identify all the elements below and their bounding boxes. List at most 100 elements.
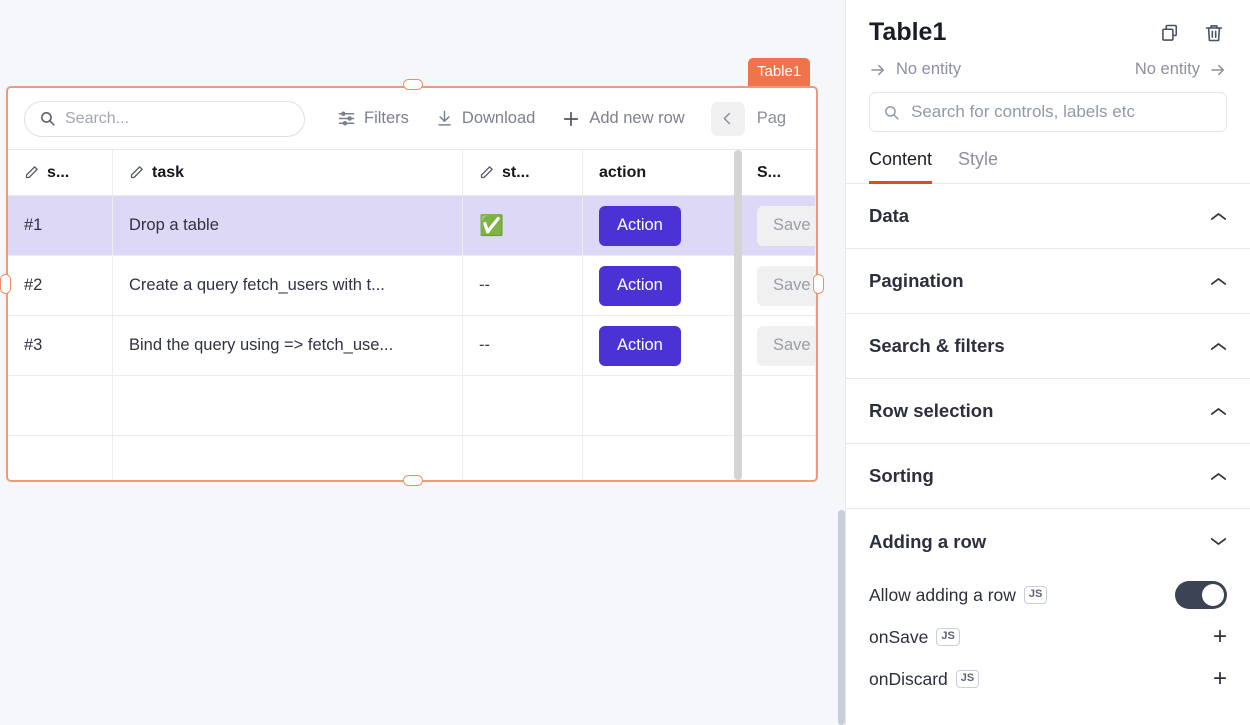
add-new-row-button[interactable]: Add new row [561, 109, 684, 129]
section-adding-a-row[interactable]: Adding a row [846, 509, 1250, 574]
table-row[interactable]: #2 Create a query fetch_users with t... … [8, 256, 816, 316]
resize-handle-right[interactable] [813, 274, 824, 294]
cell-save: Save [741, 256, 816, 315]
tab-style[interactable]: Style [958, 149, 998, 184]
column-header-st-label: st... [502, 164, 530, 182]
action-button[interactable]: Action [599, 326, 681, 366]
property-onsave-label: onSave [869, 627, 928, 648]
chevron-down-icon [1210, 536, 1227, 547]
chevron-up-icon [1210, 211, 1227, 222]
table-row-empty[interactable] [8, 376, 816, 436]
cell-s: #1 [8, 196, 113, 255]
property-pane-scrollbar[interactable] [838, 510, 845, 725]
property-ondiscard: onDiscard JS + [846, 658, 1250, 700]
column-header-save[interactable]: S... [741, 150, 816, 195]
table-widget[interactable]: Search... Filters [8, 88, 816, 480]
section-pagination[interactable]: Pagination [846, 249, 1250, 314]
pagination-prev-button[interactable] [711, 102, 745, 136]
cell-empty [741, 436, 816, 480]
property-search-placeholder: Search for controls, labels etc [911, 102, 1135, 122]
resize-handle-left[interactable] [0, 274, 11, 294]
section-adding-a-row-label: Adding a row [869, 531, 986, 553]
edit-pencil-icon [479, 165, 494, 180]
cell-task: Bind the query using => fetch_use... [113, 316, 463, 375]
cell-task: Create a query fetch_users with t... [113, 256, 463, 315]
entity-next-button[interactable]: No entity [1135, 60, 1227, 79]
entity-next-label: No entity [1135, 60, 1200, 79]
table-search-input[interactable]: Search... [24, 101, 305, 137]
cell-empty [463, 376, 583, 435]
property-pane: Table1 [845, 0, 1250, 725]
download-button[interactable]: Download [435, 109, 535, 128]
save-button[interactable]: Save [757, 206, 816, 246]
resize-handle-top[interactable] [403, 79, 423, 90]
cell-empty [8, 376, 113, 435]
table-row[interactable]: #1 Drop a table ✅ Action Save [8, 196, 816, 256]
column-header-action[interactable]: action [583, 150, 741, 195]
tab-content[interactable]: Content [869, 149, 932, 184]
property-pane-header: Table1 [846, 0, 1250, 47]
chevron-up-icon [1210, 406, 1227, 417]
section-search-and-filters-label: Search & filters [869, 335, 1005, 357]
download-icon [435, 109, 454, 128]
cell-action: Action [583, 256, 741, 315]
property-search-input[interactable]: Search for controls, labels etc [869, 92, 1227, 132]
property-allow-adding-a-row-label: Allow adding a row [869, 585, 1016, 606]
column-header-task-label: task [152, 164, 184, 182]
edit-pencil-icon [129, 165, 144, 180]
action-button[interactable]: Action [599, 266, 681, 306]
column-header-action-label: action [599, 164, 646, 182]
entity-prev-label: No entity [896, 60, 961, 79]
js-badge[interactable]: JS [956, 670, 979, 688]
property-pane-title[interactable]: Table1 [869, 18, 946, 47]
cell-empty [113, 436, 463, 480]
column-header-task[interactable]: task [113, 150, 463, 195]
js-badge[interactable]: JS [936, 628, 959, 646]
property-pane-tabs: Content Style [846, 132, 1250, 184]
search-icon [883, 104, 900, 121]
entity-prev-button[interactable]: No entity [869, 60, 961, 79]
action-button[interactable]: Action [599, 206, 681, 246]
allow-adding-a-row-toggle[interactable] [1175, 581, 1227, 609]
section-row-selection[interactable]: Row selection [846, 379, 1250, 444]
editor-canvas[interactable]: Table1 Search... [0, 0, 840, 725]
arrow-right-icon [869, 61, 887, 79]
cell-save: Save [741, 196, 816, 255]
cell-st: -- [463, 316, 583, 375]
add-new-row-label: Add new row [589, 109, 684, 128]
filters-icon [337, 109, 356, 128]
property-onsave-label-wrap: onSave JS [869, 627, 960, 648]
filters-button[interactable]: Filters [337, 109, 409, 128]
section-data[interactable]: Data [846, 184, 1250, 249]
onsave-add-button[interactable]: + [1213, 625, 1227, 649]
cell-empty [113, 376, 463, 435]
resize-handle-bottom[interactable] [403, 475, 423, 486]
copy-icon[interactable] [1157, 20, 1183, 46]
column-header-save-label: S... [757, 164, 781, 182]
table-vertical-scrollbar[interactable] [734, 150, 742, 480]
widget-name-tab[interactable]: Table1 [748, 58, 810, 86]
save-button[interactable]: Save [757, 326, 816, 366]
trash-icon[interactable] [1201, 20, 1227, 46]
property-pane-header-actions [1157, 20, 1227, 46]
section-search-and-filters[interactable]: Search & filters [846, 314, 1250, 379]
property-onsave: onSave JS + [846, 616, 1250, 658]
column-header-st[interactable]: st... [463, 150, 583, 195]
cell-empty [463, 436, 583, 480]
table-row-empty[interactable] [8, 436, 816, 480]
cell-action: Action [583, 316, 741, 375]
pagination-label: Pag [757, 109, 786, 128]
property-ondiscard-label-wrap: onDiscard JS [869, 669, 979, 690]
js-badge[interactable]: JS [1024, 586, 1047, 604]
cell-save: Save [741, 316, 816, 375]
section-sorting[interactable]: Sorting [846, 444, 1250, 509]
cell-s: #2 [8, 256, 113, 315]
table-row[interactable]: #3 Bind the query using => fetch_use... … [8, 316, 816, 376]
save-button[interactable]: Save [757, 266, 816, 306]
chevron-up-icon [1210, 471, 1227, 482]
column-header-s[interactable]: s... [8, 150, 113, 195]
ondiscard-add-button[interactable]: + [1213, 667, 1227, 691]
section-data-label: Data [869, 205, 909, 227]
chevron-up-icon [1210, 341, 1227, 352]
cell-s: #3 [8, 316, 113, 375]
